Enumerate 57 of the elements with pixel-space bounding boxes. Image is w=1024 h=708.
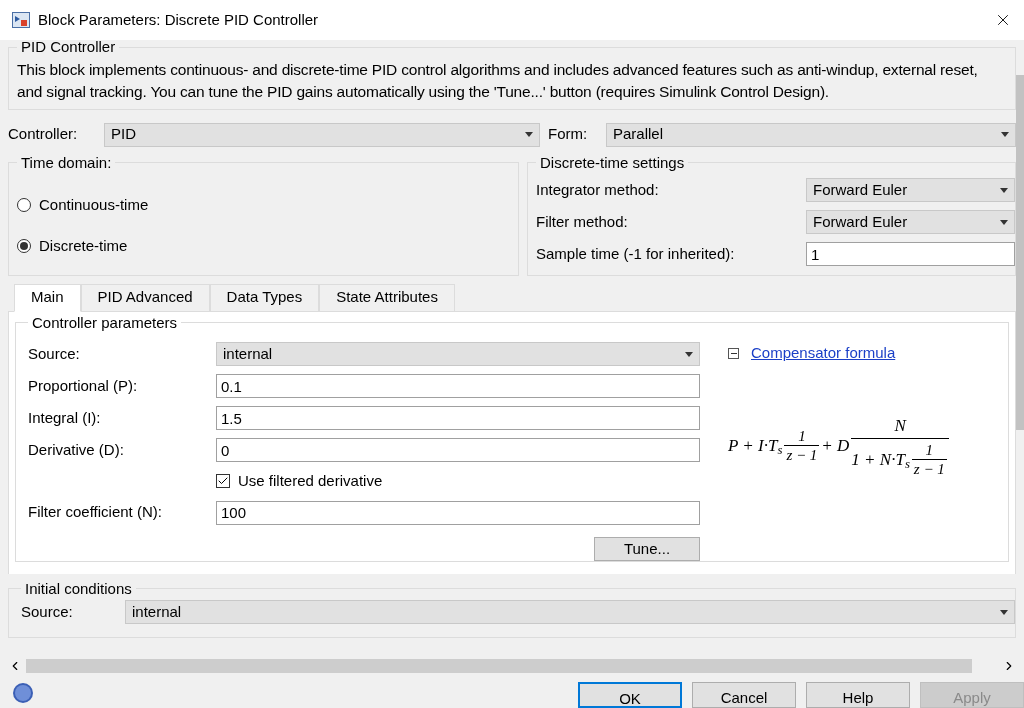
dropdown[interactable]: Parallel: [606, 122, 1016, 147]
fraction-numerator: 1: [925, 441, 934, 459]
dropdown[interactable]: internal: [125, 600, 1015, 624]
field-label: Proportional (P):: [28, 375, 139, 396]
fraction-denominator: z − 1: [784, 444, 820, 464]
checkbox-option[interactable]: Use filtered derivative: [216, 470, 383, 493]
field-label: Source:: [28, 343, 81, 364]
field-label: Filter method:: [536, 211, 629, 232]
dropdown[interactable]: internal: [216, 342, 700, 366]
input-field[interactable]: 0: [216, 438, 700, 462]
group-title: Controller parameters: [31, 312, 179, 333]
caret-icon: [525, 132, 533, 137]
description-text: This block implements continuous- and discrete-time PID control algorithms and includes advanced features such as anti-windup, external reset, and signal tracking. You can tune the PID gains automatically using the 'Tune...' button (requires Simulink Control Design).: [17, 59, 979, 102]
fraction-denominator: z − 1: [911, 459, 947, 478]
field-label: Sample time (-1 for inherited):: [536, 243, 736, 264]
group-title: Discrete-time settings: [539, 152, 686, 173]
field-label: Integral (I):: [28, 407, 102, 428]
caret-icon: [1000, 187, 1008, 193]
tab[interactable]: Data Types: [209, 283, 320, 312]
field-label: Derivative (D):: [28, 439, 125, 460]
tune-button[interactable]: Tune...: [594, 536, 700, 561]
formula-term: P + I·T$_{s}$: [728, 434, 783, 458]
input-field[interactable]: 0.1: [216, 374, 700, 398]
dropdown[interactable]: Forward Euler: [806, 210, 1015, 234]
input-field[interactable]: 100: [216, 500, 700, 525]
field-label: Filter coefficient (N):: [28, 502, 163, 523]
dialog-button[interactable]: OK: [578, 682, 682, 708]
radio-option[interactable]: Discrete-time: [17, 234, 510, 257]
field-label: Form:: [548, 124, 589, 145]
input-field[interactable]: 1.5: [216, 406, 700, 430]
caret-icon: [1000, 219, 1008, 225]
tab[interactable]: State Attributes: [319, 283, 455, 312]
input-field[interactable]: 1: [806, 242, 1015, 266]
group-title: Initial conditions: [24, 578, 133, 599]
tab[interactable]: PID Advanced: [80, 283, 210, 312]
group-title: Time domain:: [20, 152, 113, 173]
tab[interactable]: Main: [14, 283, 81, 312]
dropdown[interactable]: PID: [104, 122, 540, 147]
window-title: Block Parameters: Discrete PID Controller: [38, 9, 319, 30]
dialog-button[interactable]: Help: [806, 682, 910, 708]
formula-term: 1 + N·T$_{s}$: [851, 448, 910, 473]
formula-link[interactable]: Compensator formula: [751, 342, 896, 365]
group-title: PID Controller: [20, 37, 117, 57]
caret-icon: [1000, 609, 1008, 615]
caret-icon: [1001, 132, 1009, 137]
field-label: Controller:: [8, 124, 79, 145]
radio-option[interactable]: Continuous-time: [17, 194, 510, 217]
fraction-numerator: N: [894, 414, 906, 437]
field-label: Source:: [21, 601, 74, 622]
fraction-numerator: 1: [798, 426, 806, 445]
collapse-icon[interactable]: [728, 347, 739, 359]
dialog-button[interactable]: Cancel: [692, 682, 796, 708]
formula-term: + D: [821, 434, 850, 457]
caret-icon: [685, 351, 693, 357]
app-icon: [12, 12, 30, 28]
field-label: Integrator method:: [536, 179, 660, 200]
dropdown[interactable]: Forward Euler: [806, 178, 1015, 202]
